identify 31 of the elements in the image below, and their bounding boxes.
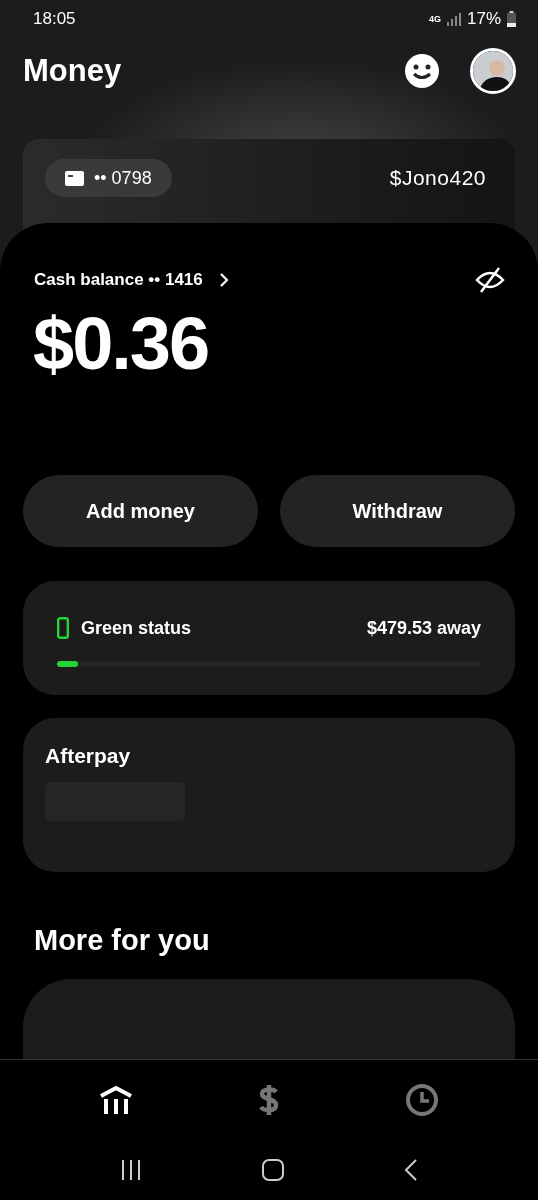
- status-time: 18:05: [33, 9, 76, 29]
- dollar-icon: [258, 1083, 280, 1117]
- phone-outline-icon: [57, 617, 69, 640]
- battery-percent: 17%: [466, 9, 501, 29]
- home-icon[interactable]: [261, 1158, 285, 1182]
- action-button[interactable]: Add money: [23, 475, 258, 548]
- network-indicator: 4G: [428, 14, 441, 24]
- smiley-icon[interactable]: [404, 53, 440, 89]
- status-label: Green status: [81, 617, 192, 639]
- clock-icon: [404, 1083, 439, 1117]
- status-progress-card[interactable]: Green status $479.53 away: [23, 581, 515, 695]
- cash-balance-label[interactable]: Cash balance •• 1416: [34, 270, 203, 290]
- avatar[interactable]: [470, 48, 516, 94]
- page-title: Money: [23, 53, 123, 89]
- afterpay-title: Afterpay: [45, 743, 132, 768]
- action-button[interactable]: Withdraw: [280, 475, 515, 548]
- chevron-icon[interactable]: [218, 272, 229, 288]
- back-icon[interactable]: [404, 1158, 419, 1182]
- eye-slash-icon[interactable]: [475, 267, 505, 293]
- recents-icon[interactable]: [119, 1159, 142, 1181]
- status-distance: $479.53 away: [366, 617, 481, 639]
- cashtag: $Jono420: [389, 165, 486, 191]
- battery-icon: [507, 11, 516, 27]
- card-number-pill[interactable]: •• 0798: [45, 159, 172, 197]
- bank-icon: [99, 1085, 134, 1115]
- card-icon: [65, 170, 84, 186]
- signal-icon: [446, 12, 461, 26]
- card-number: •• 0798: [94, 167, 152, 189]
- balance-amount: $0.36: [32, 301, 210, 387]
- afterpay-card[interactable]: Afterpay: [23, 717, 515, 872]
- section-heading: More for you: [34, 924, 211, 957]
